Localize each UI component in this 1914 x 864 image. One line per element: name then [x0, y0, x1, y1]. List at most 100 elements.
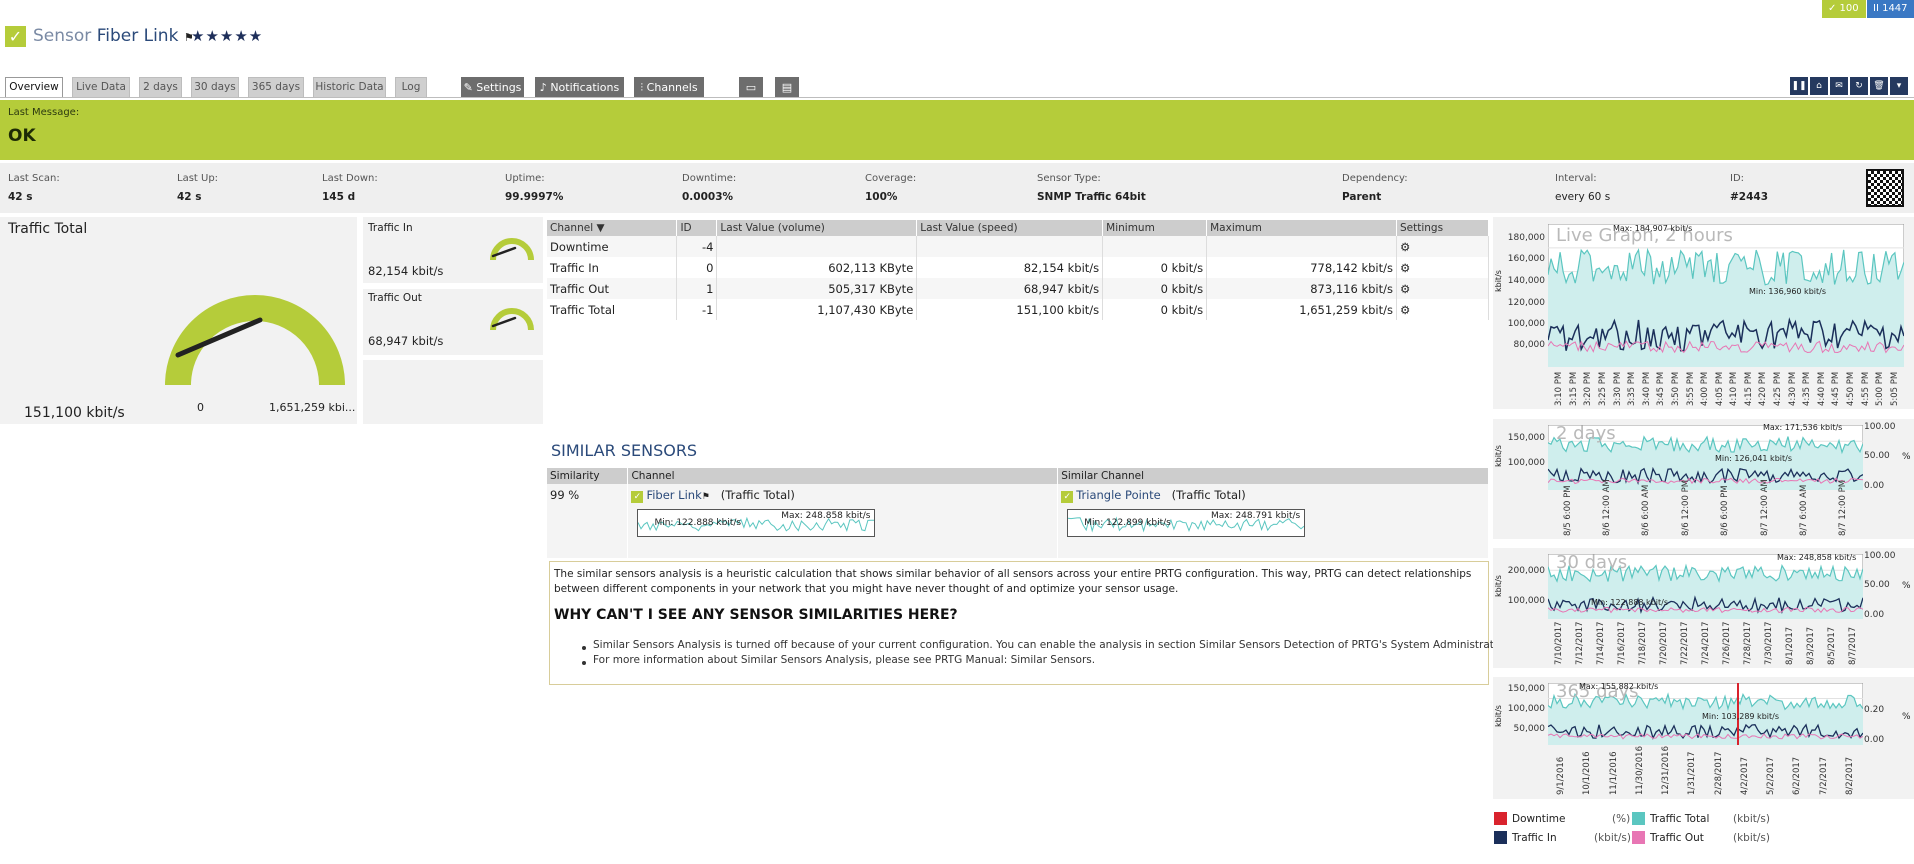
cell-max: [1206, 236, 1397, 257]
channel-sub: (Traffic Total): [1171, 488, 1246, 502]
info-value: 99.9997%: [505, 191, 564, 203]
cell-channel[interactable]: Downtime: [547, 236, 678, 257]
status-ok-icon: ✓: [1061, 491, 1074, 503]
sensors-paused-badge[interactable]: II 1447: [1867, 0, 1914, 18]
pause-button[interactable]: ❚❚: [1790, 77, 1808, 95]
column-header[interactable]: Channel ▼: [547, 220, 678, 236]
sensor-link[interactable]: Fiber Link: [646, 488, 701, 502]
column-header[interactable]: Last Value (volume): [716, 220, 918, 236]
column-header[interactable]: Maximum: [1206, 220, 1397, 236]
sparkline-min: Min: 122.888 kbit/s: [654, 518, 742, 528]
similar-sensors-table: Similarity Channel Similar Channel 99 % …: [547, 468, 1489, 558]
x-tick: 5:05 PM: [1889, 371, 1900, 406]
status-ok-icon: ✓: [631, 491, 644, 503]
info-value: 145 d: [322, 191, 356, 203]
x-tick: 8/6 6:00 PM: [1720, 485, 1731, 536]
x-tick: 8/2/2017: [1844, 756, 1855, 795]
tab-2-days[interactable]: 2 days: [139, 77, 182, 98]
info-bullet[interactable]: For more information about Similar Senso…: [593, 654, 1095, 666]
legend-unit: (%): [1612, 813, 1631, 825]
gauge-value: 82,154 kbit/s: [368, 264, 444, 278]
sparkline-chart[interactable]: Min: 122.888 kbit/s Max: 248.858 kbit/s: [637, 509, 876, 537]
info-value: 42 s: [8, 191, 33, 203]
x-tick: 8/6 12:00 PM: [1680, 479, 1691, 536]
qr-code[interactable]: [1866, 169, 1904, 207]
gauge-title: Traffic Total: [8, 221, 88, 237]
cell-channel[interactable]: Traffic Total: [547, 299, 678, 320]
x-tick: 4:55 PM: [1860, 371, 1871, 406]
cell-min: [1102, 236, 1208, 257]
x-tick: 11/1/2016: [1608, 751, 1619, 795]
x-tick: 6/2/2017: [1792, 756, 1803, 795]
y-tick: 160,000: [1507, 254, 1545, 264]
gauge-title: Traffic Out: [368, 292, 422, 304]
home-icon: ⌂: [1816, 81, 1822, 91]
notifications-label: Notifications: [550, 81, 620, 94]
more-button[interactable]: ▾: [1890, 77, 1908, 95]
cell-min: 0 kbit/s: [1102, 278, 1208, 299]
sparkline-min: Min: 122.899 kbit/s: [1084, 518, 1171, 528]
priority-stars[interactable]: ★★★★★: [191, 27, 263, 45]
info-bullet[interactable]: Similar Sensors Analysis is turned off b…: [593, 639, 1510, 651]
column-header[interactable]: ID: [676, 220, 718, 236]
cell-id: -1: [676, 299, 718, 320]
report-button[interactable]: ▤: [775, 77, 799, 98]
tab-live-data[interactable]: Live Data: [72, 77, 130, 98]
empty-gauge-panel: [363, 360, 543, 424]
delete-button[interactable]: 🗑: [1870, 77, 1888, 95]
y-tick-right: 50.00: [1864, 451, 1890, 461]
cell-channel[interactable]: Traffic Out: [547, 278, 678, 299]
table-header-row: Channel ▼ ID Last Value (volume) Last Va…: [547, 220, 1490, 236]
sensors-ok-badge[interactable]: ✓ 100: [1822, 0, 1866, 18]
legend-swatch: [1632, 812, 1645, 825]
gauge-min: 0: [197, 401, 204, 414]
x-tick: 4:40 PM: [1816, 371, 1827, 406]
x-tick: 4:10 PM: [1729, 371, 1740, 406]
x-tick: 7/24/2017: [1700, 621, 1711, 665]
comments-button[interactable]: ▭: [739, 77, 763, 98]
info-text: The similar sensors analysis is a heuris…: [554, 568, 1472, 595]
settings-button[interactable]: ✎ Settings: [461, 77, 524, 98]
notifications-button[interactable]: ♪ Notifications: [535, 77, 624, 98]
y-tick-right: 0.20: [1864, 705, 1885, 715]
graph-yunit: kbit/s: [1494, 575, 1503, 597]
cell-channel[interactable]: Traffic In: [547, 257, 678, 278]
column-header[interactable]: Minimum: [1102, 220, 1208, 236]
gear-icon[interactable]: ⚙: [1396, 236, 1490, 257]
column-header[interactable]: Last Value (speed): [916, 220, 1104, 236]
tab-365-days[interactable]: 365 days: [248, 77, 304, 98]
info-label: ID:: [1730, 173, 1745, 184]
tab-overview[interactable]: Overview: [5, 77, 63, 98]
y-tick: 180,000: [1507, 233, 1545, 243]
x-tick: 4/2/2017: [1739, 756, 1750, 795]
sensor-link[interactable]: Triangle Pointe: [1076, 488, 1160, 502]
x-tick: 7/28/2017: [1742, 621, 1753, 665]
sparkline-chart[interactable]: Min: 122.899 kbit/s Max: 248.791 kbit/s: [1067, 509, 1306, 537]
tab-30-days[interactable]: 30 days: [191, 77, 239, 98]
gear-icon[interactable]: ⚙: [1396, 257, 1490, 278]
cell-volume: 1,107,430 KByte: [716, 299, 918, 320]
x-tick: 5:00 PM: [1875, 371, 1886, 406]
channel-cell: ✓ Fiber Link⚑ (Traffic Total) Min: 122.88…: [627, 484, 1059, 558]
info-value: every 60 s: [1555, 191, 1611, 203]
refresh-button[interactable]: ↻: [1850, 77, 1868, 95]
gauge-value: 151,100 kbit/s: [24, 405, 125, 421]
x-tick: 3:35 PM: [1627, 371, 1638, 406]
x-tick: 7/2/2017: [1818, 756, 1829, 795]
gear-icon[interactable]: ⚙: [1396, 278, 1490, 299]
y-tick: 100,000: [1507, 596, 1545, 606]
graph-right-unit: %: [1902, 712, 1911, 722]
x-tick: 8/7 12:00 PM: [1838, 479, 1849, 536]
tab-log[interactable]: Log: [395, 77, 427, 98]
last-message-value: OK: [8, 126, 36, 146]
graph-title: 30 days: [1556, 552, 1628, 573]
scan-now-button[interactable]: ⌂: [1810, 77, 1828, 95]
gear-icon[interactable]: ⚙: [1396, 299, 1490, 320]
email-button[interactable]: ✉: [1830, 77, 1848, 95]
tab-historic-data[interactable]: Historic Data: [313, 77, 386, 98]
gauge-title: Traffic In: [368, 222, 413, 234]
bullet-dot: [582, 646, 586, 650]
cell-max: 1,651,259 kbit/s: [1206, 299, 1397, 320]
x-tick: 10/1/2016: [1582, 751, 1593, 795]
channels-button[interactable]: ⫶ Channels: [634, 77, 704, 98]
